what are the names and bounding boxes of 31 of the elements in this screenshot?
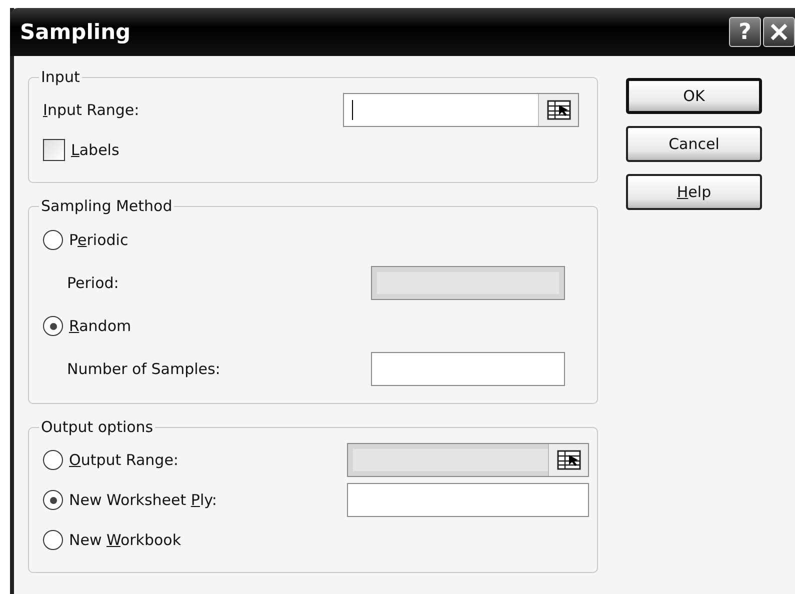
dialog-button[interactable]: OK [626, 78, 762, 114]
radio-label: Random [69, 317, 132, 335]
text-field[interactable] [371, 352, 565, 386]
window-title: Sampling [20, 20, 131, 44]
checkbox-label: Labels [71, 141, 120, 159]
dialog-button[interactable]: Cancel [626, 126, 762, 162]
close-button[interactable] [763, 17, 795, 47]
range-select-icon [546, 100, 570, 120]
radio-button[interactable] [43, 530, 63, 550]
field-label: Input Range: [43, 101, 140, 119]
input-range-field[interactable] [343, 93, 579, 127]
radio-button[interactable] [43, 316, 63, 336]
dialog-button[interactable]: Help [626, 174, 762, 210]
radio-button[interactable] [43, 230, 63, 250]
checkbox[interactable] [43, 139, 65, 161]
text-field[interactable] [347, 483, 589, 517]
range-select-button[interactable] [538, 94, 578, 126]
radio-label: New Workbook [69, 531, 182, 549]
radio-label: New Worksheet Ply: [69, 491, 218, 509]
field-label: Period: [66, 274, 120, 292]
group-label: Input [40, 68, 81, 86]
radio-button[interactable] [43, 490, 63, 510]
radio-label: Periodic [69, 231, 128, 249]
close-icon [770, 23, 788, 41]
help-button[interactable]: ? [729, 17, 761, 47]
group-label: Sampling Method [40, 197, 174, 215]
group-label: Output options [40, 418, 154, 436]
radio-button[interactable] [43, 450, 63, 470]
field-label: Number of Samples: [66, 360, 222, 378]
range-select-icon [556, 450, 580, 470]
radio-label: Output Range: [69, 451, 180, 469]
